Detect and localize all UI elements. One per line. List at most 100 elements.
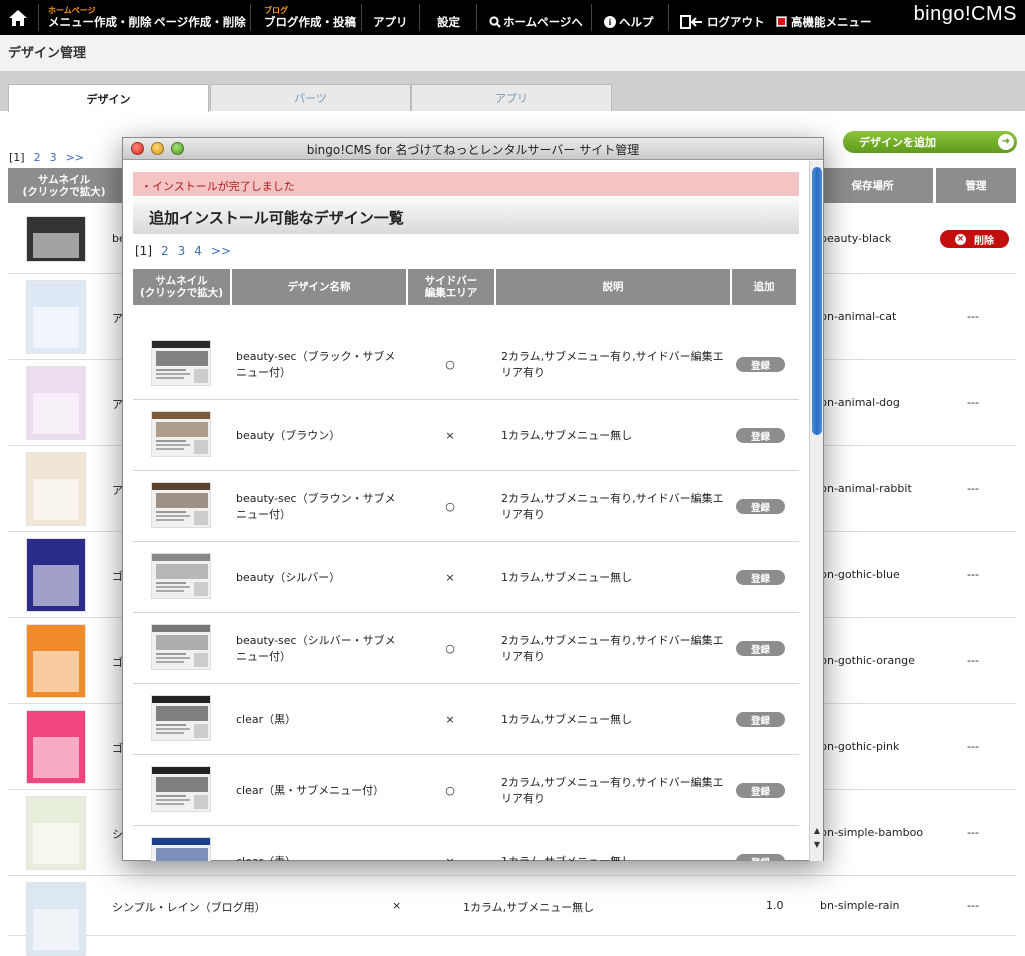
design-description: 2カラム,サブメニュー有り,サイドバー編集エリア有り [501, 775, 724, 805]
design-description: 2カラム,サブメニュー有り,サイドバー編集エリア有り [501, 491, 724, 521]
design-row: beauty（ブラウン） × 1カラム,サブメニュー無し 登録 [133, 400, 799, 471]
sidebar-area-flag: ○ [445, 358, 455, 371]
tab-parts[interactable]: パーツ [210, 84, 411, 111]
design-thumbnail[interactable] [26, 538, 86, 612]
design-name: clear（黒） [236, 712, 297, 726]
design-thumbnail[interactable] [26, 280, 86, 354]
bg-header-manage: 管理 [936, 168, 1016, 203]
design-description: 1カラム,サブメニュー無し [501, 712, 633, 726]
register-button[interactable]: 登録 [736, 428, 785, 443]
site-admin-window: bingo!CMS for 名づけてねっとレンタルサーバー サイト管理 ・インス… [122, 137, 824, 861]
checkbox-icon [776, 16, 787, 27]
info-icon: i [604, 15, 616, 28]
table-row: シンプル・レイン（ブログ用） × 1カラム,サブメニュー無し 1.0 bn-simple… [8, 876, 1016, 956]
design-name: beauty-sec（シルバー・サブメニュー付） [236, 633, 396, 663]
design-description: 1カラム,サブメニュー無し [463, 901, 595, 914]
design-version: 1.0 [766, 899, 784, 912]
nav-label: ヘルプ [619, 14, 654, 29]
page-link-next[interactable]: >> [211, 244, 231, 258]
home-button[interactable] [8, 0, 28, 35]
design-row: clear（青） × 1カラム,サブメニュー無し 登録 [133, 826, 799, 861]
nav-settings[interactable]: 設定 [437, 4, 460, 39]
nav-advanced-menu[interactable]: 高機能メニュー [776, 4, 872, 39]
add-design-button[interactable]: デザインを追加 ➜ [843, 131, 1017, 153]
register-button[interactable]: 登録 [736, 570, 785, 585]
nav-page-edit[interactable]: ページ作成・削除 [154, 4, 246, 39]
register-button[interactable]: 登録 [736, 712, 785, 727]
page-link[interactable]: 4 [194, 244, 202, 258]
window-titlebar[interactable]: bingo!CMS for 名づけてねっとレンタルサーバー サイト管理 [123, 138, 823, 160]
delete-button[interactable]: × 削除 [940, 230, 1009, 248]
design-thumbnail[interactable] [151, 837, 211, 861]
window-scrollbar[interactable]: ▲ ▼ [809, 161, 823, 861]
manage-placeholder: --- [967, 482, 979, 495]
design-thumbnail[interactable] [26, 710, 86, 784]
nav-blog[interactable]: ブログ ブログ作成・投稿 [264, 0, 356, 35]
tab-apps[interactable]: アプリ [411, 84, 612, 111]
page-link[interactable]: 3 [178, 244, 186, 258]
modal-header-sidebar: サイドバー 編集エリア [408, 269, 494, 305]
nav-label: ホームページへ [503, 14, 583, 29]
design-thumbnail[interactable] [151, 624, 211, 670]
nav-label: ページ作成・削除 [154, 14, 246, 29]
design-name: beauty（シルバー） [236, 570, 341, 584]
register-button[interactable]: 登録 [736, 641, 785, 656]
nav-apps[interactable]: アプリ [373, 4, 408, 39]
nav-label: ブログ作成・投稿 [264, 15, 356, 29]
bg-pagination: [1] 2 3 >> [9, 151, 93, 164]
nav-label: ログアウト [707, 14, 765, 29]
manage-placeholder: --- [967, 396, 979, 409]
design-thumbnail[interactable] [151, 411, 211, 457]
nav-help[interactable]: i ヘルプ [604, 4, 654, 39]
design-thumbnail[interactable] [151, 553, 211, 599]
design-storage-name: bn-gothic-pink [820, 740, 900, 753]
page-link-next[interactable]: >> [66, 151, 84, 164]
nav-homepage[interactable]: ホームページへ [489, 4, 583, 39]
page-link-current[interactable]: [1] [9, 151, 25, 164]
register-button[interactable]: 登録 [736, 783, 785, 798]
design-thumbnail[interactable] [151, 766, 211, 812]
design-thumbnail[interactable] [26, 796, 86, 870]
nav-menu-edit[interactable]: ホームページ メニュー作成・削除 [48, 0, 152, 35]
manage-placeholder: --- [967, 740, 979, 753]
register-button[interactable]: 登録 [736, 854, 785, 861]
design-thumbnail[interactable] [26, 624, 86, 698]
search-icon [489, 15, 501, 28]
page-link[interactable]: 2 [34, 151, 41, 164]
design-thumbnail[interactable] [151, 482, 211, 528]
design-thumbnail[interactable] [26, 366, 86, 440]
nav-logout[interactable]: ログアウト [680, 4, 765, 39]
close-icon: × [955, 233, 966, 245]
design-name: beauty-sec（ブラウン・サブメニュー付） [236, 491, 396, 521]
design-name: beauty-sec（ブラック・サブメニュー付） [236, 349, 396, 379]
register-button[interactable]: 登録 [736, 357, 785, 372]
nav-divider [38, 4, 39, 31]
page-link[interactable]: 2 [161, 244, 169, 258]
design-storage-name: bn-animal-rabbit [820, 482, 912, 495]
sidebar-area-flag: × [445, 571, 455, 584]
design-thumbnail[interactable] [151, 695, 211, 741]
design-storage-name: bn-simple-bamboo [820, 826, 924, 839]
manage-placeholder: --- [967, 568, 979, 581]
page-link-current[interactable]: [1] [135, 244, 152, 258]
window-title: bingo!CMS for 名づけてねっとレンタルサーバー サイト管理 [306, 143, 640, 157]
sidebar-area-flag: × [445, 429, 455, 442]
nav-divider [668, 4, 669, 31]
scroll-up-icon[interactable]: ▲ [811, 825, 823, 837]
manage-placeholder: --- [967, 899, 979, 912]
design-thumbnail[interactable] [26, 882, 86, 956]
register-button[interactable]: 登録 [736, 499, 785, 514]
design-thumbnail[interactable] [26, 452, 86, 526]
sidebar-area-flag: ○ [445, 784, 455, 797]
page-link[interactable]: 3 [50, 151, 57, 164]
tab-design[interactable]: デザイン [8, 84, 209, 112]
scroll-down-icon[interactable]: ▼ [811, 839, 823, 851]
design-thumbnail[interactable] [26, 216, 86, 262]
design-storage-name: bn-gothic-blue [820, 568, 900, 581]
design-description: 1カラム,サブメニュー無し [501, 428, 633, 442]
scrollbar-thumb[interactable] [812, 167, 822, 435]
design-row: clear（黒・サブメニュー付） ○ 2カラム,サブメニュー有り,サイドバー編集エリ… [133, 755, 799, 826]
design-storage-name: bn-animal-cat [820, 310, 897, 323]
nav-divider [361, 4, 362, 31]
design-thumbnail[interactable] [151, 340, 211, 386]
